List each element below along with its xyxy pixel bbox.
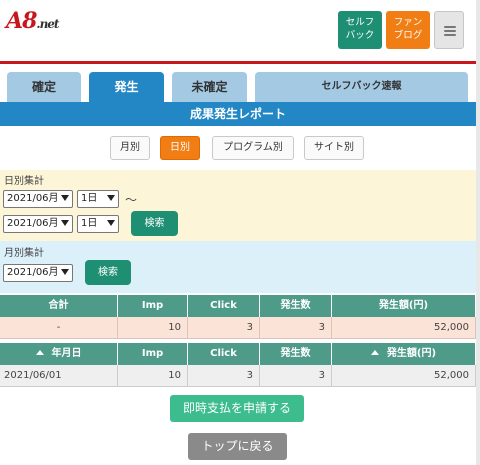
header-divider: [0, 61, 476, 64]
column-header-count: 発生数: [260, 343, 332, 365]
header: A8.net セルフ バック ファン ブログ: [0, 0, 480, 64]
scrollbar[interactable]: [476, 0, 480, 465]
table-row: 2021/06/01 10 3 3 52,000: [0, 365, 476, 387]
column-header-date[interactable]: 年月日: [0, 343, 118, 365]
amount-cell: 52,000: [332, 365, 476, 387]
monthly-aggregate-label: 月別集計: [4, 248, 44, 259]
report-title: 成果発生レポート: [0, 102, 476, 126]
count-cell: 3: [260, 317, 332, 339]
table-row: - 10 3 3 52,000: [0, 317, 476, 339]
a8-logo[interactable]: A8.net: [6, 8, 59, 34]
daily-to-month-select[interactable]: 2021/06月: [3, 215, 73, 233]
daily-from-day-select[interactable]: 1日: [77, 190, 119, 208]
back-to-top-button[interactable]: トップに戻る: [188, 433, 287, 460]
chevron-down-icon: [107, 195, 115, 201]
column-header-imp: Imp: [118, 295, 188, 317]
daily-to-day-select[interactable]: 1日: [77, 215, 119, 233]
daily-search-button[interactable]: 検索: [131, 211, 178, 236]
hamburger-icon: [444, 26, 456, 36]
click-cell: 3: [188, 317, 260, 339]
daily-from-month-select[interactable]: 2021/06月: [3, 190, 73, 208]
column-header-total: 合計: [0, 295, 118, 317]
total-cell: -: [0, 317, 118, 339]
period-site-button[interactable]: サイト別: [304, 136, 364, 160]
column-header-count: 発生数: [260, 295, 332, 317]
summary-table-header: 合計 Imp Click 発生数 発生額(円): [0, 295, 476, 317]
chevron-down-icon: [61, 220, 69, 226]
period-daily-button[interactable]: 日別: [160, 136, 200, 160]
sort-ascending-icon: [370, 350, 379, 355]
column-header-imp: Imp: [118, 343, 188, 365]
chevron-down-icon: [61, 195, 69, 201]
daily-aggregate-label: 日別集計: [4, 176, 44, 187]
imp-cell: 10: [118, 365, 188, 387]
menu-button[interactable]: [434, 11, 464, 49]
status-tabs: 確定 発生 未確定 セルフバック速報: [0, 72, 480, 102]
tab-mikakutei[interactable]: 未確定: [172, 72, 247, 102]
imp-cell: 10: [118, 317, 188, 339]
period-program-button[interactable]: プログラム別: [212, 136, 294, 160]
chevron-down-icon: [107, 220, 115, 226]
column-header-click: Click: [188, 295, 260, 317]
column-header-click: Click: [188, 343, 260, 365]
sort-ascending-icon: [35, 350, 44, 355]
monthly-month-select[interactable]: 2021/06月: [3, 264, 73, 282]
click-cell: 3: [188, 365, 260, 387]
range-separator: ～: [125, 193, 138, 207]
instant-payment-request-button[interactable]: 即時支払を申請する: [170, 395, 304, 422]
date-cell: 2021/06/01: [0, 365, 118, 387]
tab-kakutei[interactable]: 確定: [7, 72, 81, 102]
count-cell: 3: [260, 365, 332, 387]
self-back-button[interactable]: セルフ バック: [338, 11, 382, 49]
tab-hassei[interactable]: 発生: [89, 72, 164, 102]
fan-blog-button[interactable]: ファン ブログ: [386, 11, 430, 49]
amount-cell: 52,000: [332, 317, 476, 339]
column-header-amount[interactable]: 発生額(円): [332, 343, 476, 365]
daily-table-header: 年月日 Imp Click 発生数 発生額(円): [0, 343, 476, 365]
tab-self-back-report[interactable]: セルフバック速報: [255, 72, 468, 102]
column-header-amount: 発生額(円): [332, 295, 476, 317]
period-monthly-button[interactable]: 月別: [110, 136, 150, 160]
monthly-search-button[interactable]: 検索: [85, 260, 131, 285]
chevron-down-icon: [61, 269, 69, 275]
